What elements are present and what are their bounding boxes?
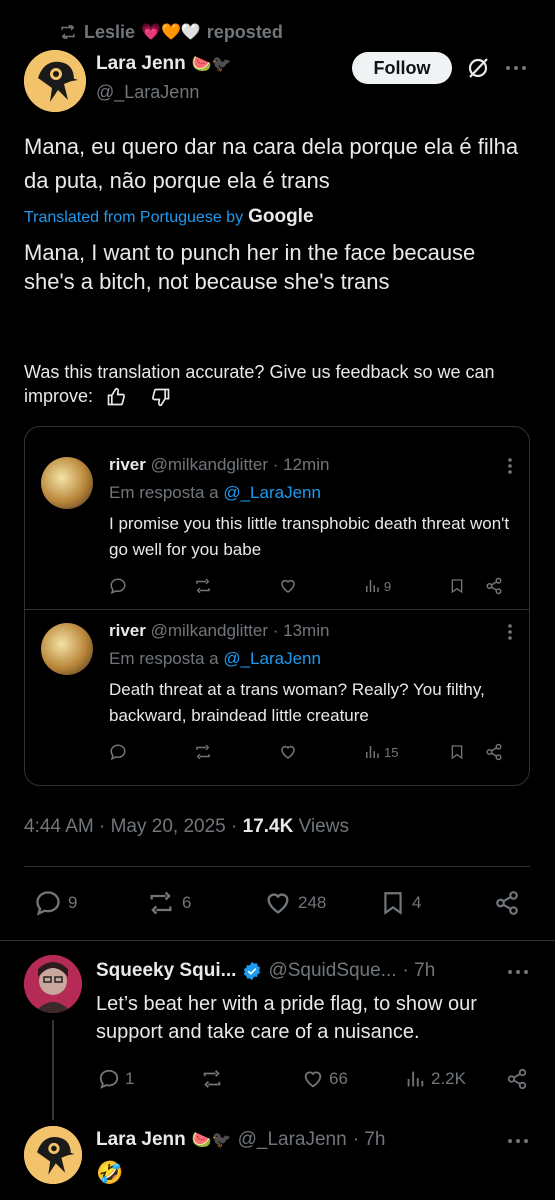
views-count: 15 xyxy=(384,744,399,760)
more-options-icon[interactable] xyxy=(508,970,528,974)
reply-to-line: Em resposta a @_LaraJenn xyxy=(109,649,321,669)
reply-avatar[interactable] xyxy=(41,623,93,675)
reply-name[interactable]: Lara Jenn xyxy=(96,1129,186,1151)
quoted-reply[interactable]: river @milkandglitter · 13min Em respost… xyxy=(25,593,529,783)
reply-time: · 13min xyxy=(272,621,330,640)
bookmark-button[interactable]: 4 xyxy=(380,889,421,917)
reply-button[interactable]: 1 xyxy=(98,1068,134,1090)
bookmark-count: 4 xyxy=(412,893,422,912)
reply-time: · 12min xyxy=(272,455,330,474)
author-avatar[interactable] xyxy=(24,50,86,112)
repost-button[interactable] xyxy=(200,1068,224,1090)
reply-handle[interactable]: @SquidSque... xyxy=(268,960,396,982)
like-count: 248 xyxy=(298,893,327,912)
translation-text: Mana, I want to punch her in the face be… xyxy=(24,240,476,294)
reply-avatar[interactable] xyxy=(41,457,93,509)
reply-count: 1 xyxy=(125,1069,135,1088)
feedback-text: Was this translation accurate? Give us f… xyxy=(24,362,495,406)
like-count: 66 xyxy=(329,1069,348,1088)
reply-time: · 7h xyxy=(402,960,436,981)
post-actions: 9 6 248 4 xyxy=(24,885,530,921)
author-name[interactable]: Lara Jenn xyxy=(96,53,186,75)
reply-to-handle[interactable]: @_LaraJenn xyxy=(223,649,321,668)
reply-handle[interactable]: @milkandglitter xyxy=(151,455,268,474)
author-emojis: 🍉🐦‍⬛ xyxy=(191,56,232,73)
divider xyxy=(24,866,530,867)
share-button[interactable] xyxy=(485,743,503,761)
repost-count: 6 xyxy=(182,893,192,912)
views-button[interactable]: 15 xyxy=(363,743,398,761)
translated-label: Translated from Portuguese by Google xyxy=(24,206,314,228)
reply-emojis: 🍉🐦‍⬛ xyxy=(191,1132,232,1149)
thumbs-up-icon[interactable] xyxy=(106,387,126,407)
reply-to-handle[interactable]: @_LaraJenn xyxy=(223,483,321,502)
follow-button[interactable]: Follow xyxy=(352,52,452,84)
views-count: 2.2K xyxy=(431,1069,466,1088)
reply-actions: 15 xyxy=(109,743,509,763)
reply-count: 9 xyxy=(68,893,78,912)
reply-to-prefix: Em resposta a xyxy=(109,649,219,668)
tweet-text: Mana, eu quero dar na cara dela porque e… xyxy=(24,134,519,193)
quoted-reply[interactable]: river @milkandglitter · 12min Em respost… xyxy=(25,427,529,609)
reply-header: Lara Jenn 🍉🐦‍⬛ @_LaraJenn · 7h xyxy=(96,1129,385,1151)
reply-text: Death threat at a trans woman? Really? Y… xyxy=(109,680,485,725)
repost-label: reposted xyxy=(206,21,283,42)
quoted-replies-box[interactable]: river @milkandglitter · 12min Em respost… xyxy=(24,426,530,786)
reply-text: Let’s beat her with a pride flag, to sho… xyxy=(96,993,477,1043)
reply-name[interactable]: Squeeky Squi... xyxy=(96,960,236,982)
google-logo: Google xyxy=(248,206,314,227)
repost-hearts: 💗🧡🤍 xyxy=(141,24,201,41)
reply-actions: 1 66 2.2K xyxy=(96,1066,536,1094)
more-options-icon[interactable] xyxy=(506,66,526,70)
like-button[interactable]: 248 xyxy=(264,889,326,917)
author-name-row[interactable]: Lara Jenn 🍉🐦‍⬛ xyxy=(96,53,232,75)
views-label: Views xyxy=(293,816,349,837)
timestamp-text[interactable]: 4:44 AM · May 20, 2025 · xyxy=(24,816,243,837)
share-button[interactable] xyxy=(506,1068,528,1090)
translation-feedback: Was this translation accurate? Give us f… xyxy=(24,360,534,408)
reply-header: river @milkandglitter · 12min xyxy=(109,455,329,475)
reply-name[interactable]: river xyxy=(109,455,146,474)
reply-name[interactable]: river xyxy=(109,621,146,640)
thumbs-down-icon[interactable] xyxy=(151,387,171,407)
like-button[interactable] xyxy=(279,743,297,761)
reply-handle[interactable]: @milkandglitter xyxy=(151,621,268,640)
repost-line: Leslie 💗🧡🤍 reposted xyxy=(58,20,283,44)
reply-header: river @milkandglitter · 13min xyxy=(109,621,329,641)
verified-badge-icon xyxy=(242,961,262,981)
more-options-icon[interactable] xyxy=(507,457,513,475)
repost-button[interactable]: 6 xyxy=(146,889,191,917)
more-options-icon[interactable] xyxy=(508,1139,528,1143)
bookmark-button[interactable] xyxy=(449,743,465,761)
repost-icon xyxy=(58,23,78,41)
reply-avatar[interactable] xyxy=(24,1126,82,1184)
author-handle[interactable]: @_LaraJenn xyxy=(96,82,199,103)
views-count: 9 xyxy=(384,578,392,594)
views-button[interactable]: 2.2K xyxy=(404,1068,466,1090)
reply-text: I promise you this little transphobic de… xyxy=(109,514,510,559)
more-options-icon[interactable] xyxy=(507,623,513,641)
translated-text: Translated from Portuguese by xyxy=(24,209,244,226)
reply-avatar[interactable] xyxy=(24,955,82,1013)
views-count: 17.4K xyxy=(242,816,294,837)
reply-button[interactable]: 9 xyxy=(34,889,77,917)
reply-time: · 7h xyxy=(352,1129,386,1150)
reply-button[interactable] xyxy=(109,743,127,761)
like-button[interactable]: 66 xyxy=(302,1068,348,1090)
reply-text: 🤣 xyxy=(96,1160,124,1185)
post-timestamp: 4:44 AM · May 20, 2025 · 17.4K Views xyxy=(24,816,349,838)
grok-icon[interactable] xyxy=(466,56,490,80)
reply-to-line: Em resposta a @_LaraJenn xyxy=(109,483,321,503)
repost-user[interactable]: Leslie xyxy=(84,22,135,43)
reply-handle[interactable]: @_LaraJenn xyxy=(238,1129,347,1151)
reply-to-prefix: Em resposta a xyxy=(109,483,219,502)
repost-button[interactable] xyxy=(193,743,213,761)
reply-header: Squeeky Squi... @SquidSque... · 7h xyxy=(96,960,435,982)
thread-line xyxy=(52,1020,54,1120)
divider xyxy=(0,940,555,941)
share-button[interactable] xyxy=(494,889,520,917)
